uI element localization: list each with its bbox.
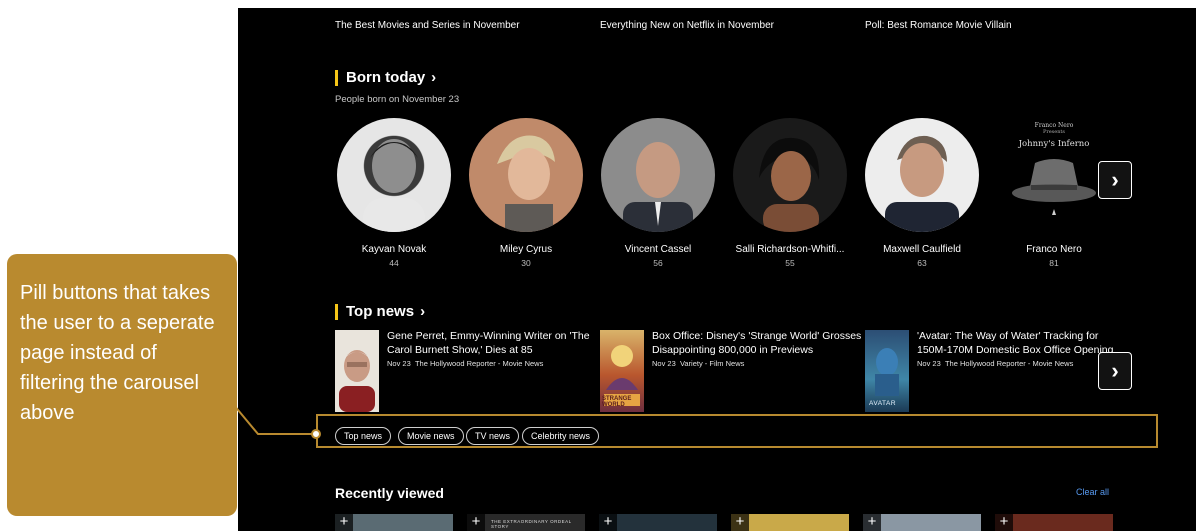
- chevron-right-icon: ›: [420, 303, 426, 320]
- article-link-best-movies[interactable]: The Best Movies and Series in November: [335, 20, 520, 31]
- person-name: Kayvan Novak: [361, 244, 427, 255]
- poster-avatar: Franco Nero Presents Johnny's Inferno: [995, 118, 1113, 232]
- person-name: Maxwell Caulfield: [883, 244, 961, 255]
- person-card[interactable]: Maxwell Caulfield 63: [863, 118, 981, 268]
- recent-tile[interactable]: +: [599, 514, 717, 531]
- person-age: 81: [1049, 258, 1059, 268]
- top-news-heading[interactable]: Top news ›: [335, 304, 425, 320]
- person-card[interactable]: Kayvan Novak 44: [335, 118, 453, 268]
- news-meta: Nov 23 The Hollywood Reporter - Movie Ne…: [917, 359, 1074, 368]
- news-meta: Nov 23 The Hollywood Reporter - Movie Ne…: [387, 359, 544, 368]
- thumb-caption: AVATAR: [869, 400, 897, 407]
- plus-icon[interactable]: +: [863, 514, 881, 531]
- born-today-subtitle: People born on November 23: [335, 94, 460, 105]
- news-headline[interactable]: Gene Perret, Emmy-Winning Writer on 'The…: [387, 330, 597, 357]
- news-meta: Nov 23 Variety - Film News: [652, 359, 745, 368]
- person-card[interactable]: Salli Richardson-Whitfi... 55: [731, 118, 849, 268]
- person-age: 55: [785, 258, 795, 268]
- recent-tile[interactable]: +: [995, 514, 1113, 531]
- avatar: [469, 118, 583, 232]
- news-item[interactable]: AVATAR 'Avatar: The Way of Water' Tracki…: [865, 330, 1125, 412]
- person-card[interactable]: Miley Cyrus 30: [467, 118, 585, 268]
- article-link-poll[interactable]: Poll: Best Romance Movie Villain: [865, 20, 1012, 31]
- recently-viewed-title: Recently viewed: [335, 485, 444, 501]
- person-age: 30: [521, 258, 531, 268]
- poster-presents: Presents: [1042, 129, 1066, 135]
- poster-credit: Franco Nero: [1034, 122, 1074, 129]
- tile-caption: THE EXTRAORDINARY ORDEAL STORY: [491, 519, 572, 529]
- recent-tile[interactable]: + THE EXTRAORDINARY ORDEAL STORY: [467, 514, 585, 531]
- person-name: Miley Cyrus: [499, 244, 553, 255]
- born-today-heading[interactable]: Born today ›: [335, 70, 436, 86]
- person-card[interactable]: Vincent Cassel 56: [599, 118, 717, 268]
- chevron-right-icon: ›: [431, 69, 437, 86]
- plus-icon[interactable]: +: [599, 514, 617, 531]
- person-card[interactable]: Franco Nero Presents Johnny's Inferno Fr…: [995, 118, 1113, 268]
- person-age: 56: [653, 258, 663, 268]
- pill-celebrity-news[interactable]: Celebrity news: [522, 427, 600, 445]
- avatar: [865, 118, 979, 232]
- news-thumbnail: [335, 330, 379, 412]
- person-name: Salli Richardson-Whitfi...: [735, 244, 845, 255]
- news-item[interactable]: Gene Perret, Emmy-Winning Writer on 'The…: [335, 330, 595, 412]
- pill-movie-news[interactable]: Movie news: [398, 427, 464, 445]
- news-headline[interactable]: 'Avatar: The Way of Water' Tracking for …: [917, 330, 1127, 357]
- news-headline[interactable]: Box Office: Disney's 'Strange World' Gro…: [652, 330, 862, 357]
- pill-top-news[interactable]: Top news: [335, 427, 392, 445]
- imdb-page: The Best Movies and Series in November E…: [238, 8, 1196, 531]
- poster-title: Johnny's Inferno: [1018, 139, 1090, 149]
- avatar: [601, 118, 715, 232]
- plus-icon[interactable]: +: [731, 514, 749, 531]
- article-link-netflix[interactable]: Everything New on Netflix in November: [600, 20, 774, 31]
- news-thumbnail: AVATAR: [865, 330, 909, 412]
- hat-icon: [1012, 159, 1096, 215]
- news-thumbnail: STRANGE WORLD: [600, 330, 644, 412]
- person-age: 63: [917, 258, 927, 268]
- person-age: 44: [389, 258, 399, 268]
- news-item[interactable]: STRANGE WORLD Box Office: Disney's 'Stra…: [600, 330, 862, 412]
- chevron-right-icon: ›: [1111, 167, 1119, 192]
- thumb-caption: STRANGE WORLD: [602, 396, 632, 408]
- plus-icon[interactable]: +: [335, 514, 353, 531]
- top-news-title: Top news: [346, 303, 415, 320]
- top-news-next-button[interactable]: ›: [1098, 352, 1132, 390]
- clear-all-link[interactable]: Clear all: [1076, 487, 1109, 497]
- annotation-callout: Pill buttons that takes the user to a se…: [7, 254, 237, 516]
- person-name: Vincent Cassel: [624, 244, 692, 255]
- pill-tv-news[interactable]: TV news: [466, 427, 520, 445]
- plus-icon[interactable]: +: [995, 514, 1013, 531]
- recent-tile[interactable]: +: [863, 514, 981, 531]
- born-today-title: Born today: [346, 69, 426, 86]
- born-today-next-button[interactable]: ›: [1098, 161, 1132, 199]
- recent-tile[interactable]: +: [731, 514, 849, 531]
- recent-tile[interactable]: +: [335, 514, 453, 531]
- plus-icon[interactable]: +: [467, 514, 485, 531]
- chevron-right-icon: ›: [1111, 358, 1119, 383]
- avatar: [337, 118, 451, 232]
- person-name: Franco Nero: [1026, 244, 1082, 255]
- avatar: [733, 118, 847, 232]
